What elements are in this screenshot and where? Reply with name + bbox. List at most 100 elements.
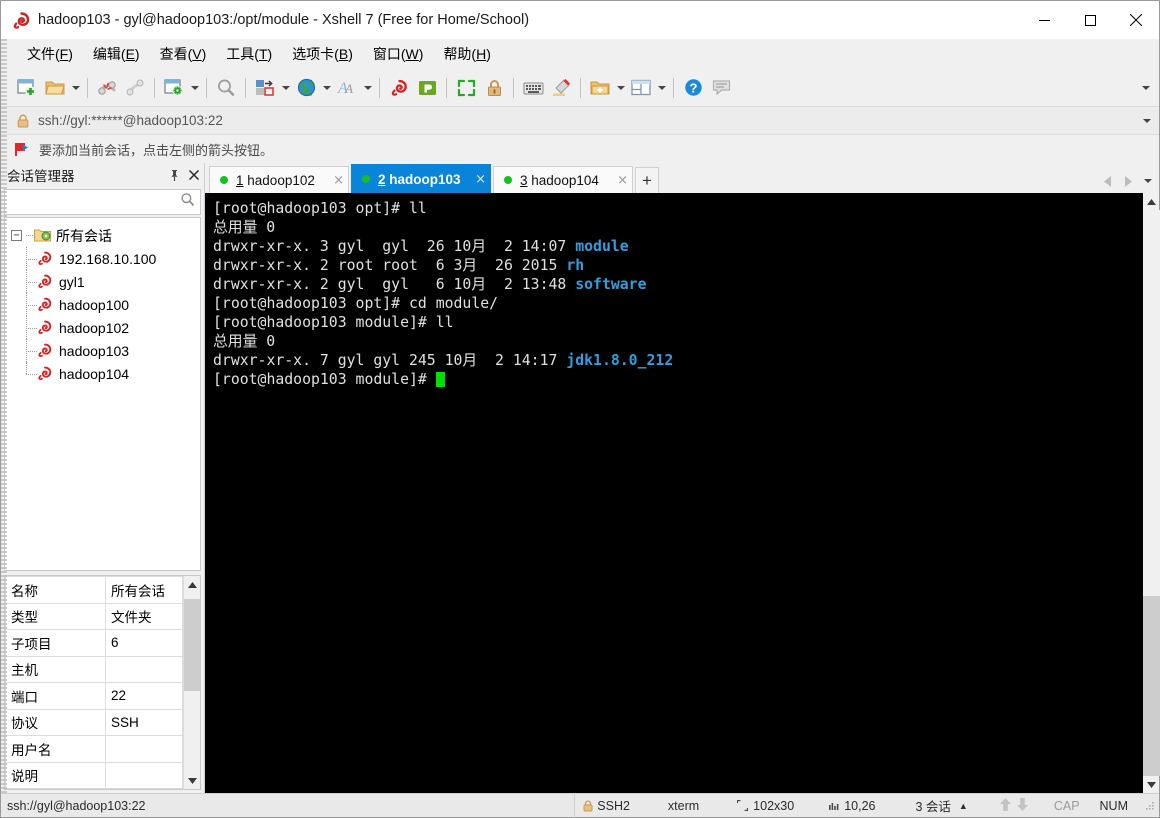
property-value [105, 735, 183, 763]
tree-node-all-sessions[interactable]: − 所有会话 [5, 224, 200, 247]
tree-connector [26, 304, 37, 306]
add-folder-caret-icon[interactable] [614, 74, 627, 102]
tab-close-icon[interactable]: × [605, 173, 628, 188]
terminal-dir-name: rh [566, 257, 585, 274]
layout-caret-icon[interactable] [655, 74, 668, 102]
tree-node-label: 所有会话 [56, 227, 112, 244]
screen-size-icon [737, 800, 749, 811]
toolbar-overflow-icon[interactable] [1137, 69, 1155, 107]
property-row[interactable]: 类型 文件夹 [5, 602, 183, 630]
comment-icon[interactable] [707, 74, 735, 102]
menu-window[interactable]: 窗口(W) [363, 40, 434, 68]
chevron-left-icon[interactable] [1101, 172, 1115, 190]
search-icon[interactable] [180, 192, 195, 212]
property-value [105, 655, 183, 683]
terminal-scrollbar[interactable] [1142, 193, 1160, 793]
menu-file[interactable]: 文件(F) [17, 40, 83, 68]
scroll-thumb[interactable] [1142, 596, 1160, 776]
menu-bar: 文件(F) 编辑(E) 查看(V) 工具(T) 选项卡(B) 窗口(W) 帮助(… [1, 39, 1159, 69]
tab-list-chevron-down-icon[interactable] [1141, 172, 1155, 190]
property-row[interactable]: 名称 所有会话 [5, 576, 183, 604]
property-row[interactable]: 端口 22 [5, 682, 183, 710]
maximize-button[interactable] [1067, 1, 1113, 39]
tab-hadoop102[interactable]: 1 hadoop102 × [209, 166, 349, 193]
resize-grip-icon[interactable] [1136, 800, 1159, 811]
xftp-icon[interactable] [413, 74, 441, 102]
tab-bar: 1 hadoop102 × 2 hadoop103 × 3 hadoop104 × + [205, 163, 1159, 193]
globe-icon[interactable] [292, 74, 320, 102]
new-session-icon[interactable] [13, 74, 41, 102]
font-caret-icon[interactable] [361, 74, 374, 102]
close-button[interactable] [1113, 1, 1159, 39]
tab-close-icon[interactable]: × [321, 173, 344, 188]
xshell-icon[interactable] [385, 74, 413, 102]
add-folder-icon[interactable] [586, 74, 614, 102]
property-row[interactable]: 子项目 6 [5, 629, 183, 657]
pin-icon[interactable] [164, 165, 184, 185]
new-tab-button[interactable]: + [635, 167, 659, 193]
tabs-host: 1 hadoop102 × 2 hadoop103 × 3 hadoop104 × [209, 164, 635, 193]
session-icon [37, 366, 54, 382]
transfer-file-icon[interactable] [251, 74, 279, 102]
help-icon[interactable]: ? [679, 74, 707, 102]
highlight-icon[interactable] [547, 74, 575, 102]
property-row[interactable]: 用户名 [5, 735, 183, 763]
terminal-screen[interactable]: [root@hadoop103 opt]# ll 总用量 0 drwxr-xr-x.… [205, 193, 1142, 793]
find-icon[interactable] [212, 74, 240, 102]
window-controls [1021, 1, 1159, 39]
address-bar[interactable]: ssh://gyl:******@hadoop103:22 [1, 107, 1159, 135]
tree-node-192.168.10.100[interactable]: 192.168.10.100 [5, 247, 200, 270]
scroll-track[interactable] [183, 593, 200, 772]
menu-tools[interactable]: 工具(T) [216, 40, 282, 68]
tree-node-hadoop100[interactable]: hadoop100 [5, 293, 200, 316]
tab-hadoop103[interactable]: 2 hadoop103 × [351, 164, 491, 193]
terminal-dir-name: jdk1.8.0_212 [566, 352, 674, 369]
tree-node-hadoop104[interactable]: hadoop104 [5, 362, 200, 385]
notice-bar: 要添加当前会话，点击左侧的箭头按钮。 [1, 135, 1159, 163]
tree-node-hadoop103[interactable]: hadoop103 [5, 339, 200, 362]
open-folder-icon[interactable] [41, 74, 69, 102]
chevron-down-icon[interactable] [1143, 107, 1151, 135]
open-folder-caret-icon[interactable] [69, 74, 82, 102]
menu-view[interactable]: 查看(V) [150, 40, 217, 68]
toolbar-separator [513, 77, 514, 98]
font-icon[interactable]: A A [333, 74, 361, 102]
terminal-line: 总用量 0 [213, 218, 1142, 237]
transfer-file-caret-icon[interactable] [279, 74, 292, 102]
session-search-input[interactable] [4, 189, 201, 215]
scroll-thumb[interactable] [183, 599, 200, 691]
close-icon[interactable] [184, 165, 204, 185]
globe-caret-icon[interactable] [320, 74, 333, 102]
property-row[interactable]: 说明 [5, 761, 183, 789]
properties-scrollbar[interactable] [183, 576, 200, 789]
disconnect-icon[interactable] [93, 74, 121, 102]
menu-edit[interactable]: 编辑(E) [83, 40, 150, 68]
scroll-up-icon[interactable] [184, 576, 201, 593]
status-sessions[interactable]: 3 会话 ▲ [907, 796, 975, 815]
lock-icon[interactable] [480, 74, 508, 102]
property-row[interactable]: 主机 [5, 655, 183, 683]
chevron-right-icon[interactable] [1121, 172, 1135, 190]
reconnect-icon[interactable] [121, 74, 149, 102]
minimize-button[interactable] [1021, 1, 1067, 39]
scroll-track[interactable] [1142, 210, 1160, 776]
layout-icon[interactable] [627, 74, 655, 102]
tree-expander-icon[interactable]: − [11, 230, 22, 241]
property-row[interactable]: 协议 SSH [5, 708, 183, 736]
scroll-down-icon[interactable] [184, 772, 201, 789]
session-properties-caret-icon[interactable] [188, 74, 201, 102]
tab-hadoop104[interactable]: 3 hadoop104 × [493, 166, 633, 193]
terminal-text: [root@hadoop103 opt]# cd module/ [213, 295, 499, 312]
scroll-down-icon[interactable] [1143, 776, 1160, 793]
keyboard-icon[interactable] [519, 74, 547, 102]
tab-close-icon[interactable]: × [463, 172, 486, 187]
scroll-up-icon[interactable] [1143, 193, 1160, 210]
tree-node-gyl1[interactable]: gyl1 [5, 270, 200, 293]
menu-tabs[interactable]: 选项卡(B) [282, 40, 363, 68]
sessions-caret-icon[interactable]: ▲ [959, 801, 968, 811]
menu-help[interactable]: 帮助(H) [433, 40, 500, 68]
tree-node-hadoop102[interactable]: hadoop102 [5, 316, 200, 339]
session-properties-table: 名称 所有会话 类型 文件夹 子项目 6 主机 端口 22 协议 SSH 用户名 说明 [4, 575, 201, 790]
session-properties-icon[interactable] [160, 74, 188, 102]
fullscreen-icon[interactable] [452, 74, 480, 102]
